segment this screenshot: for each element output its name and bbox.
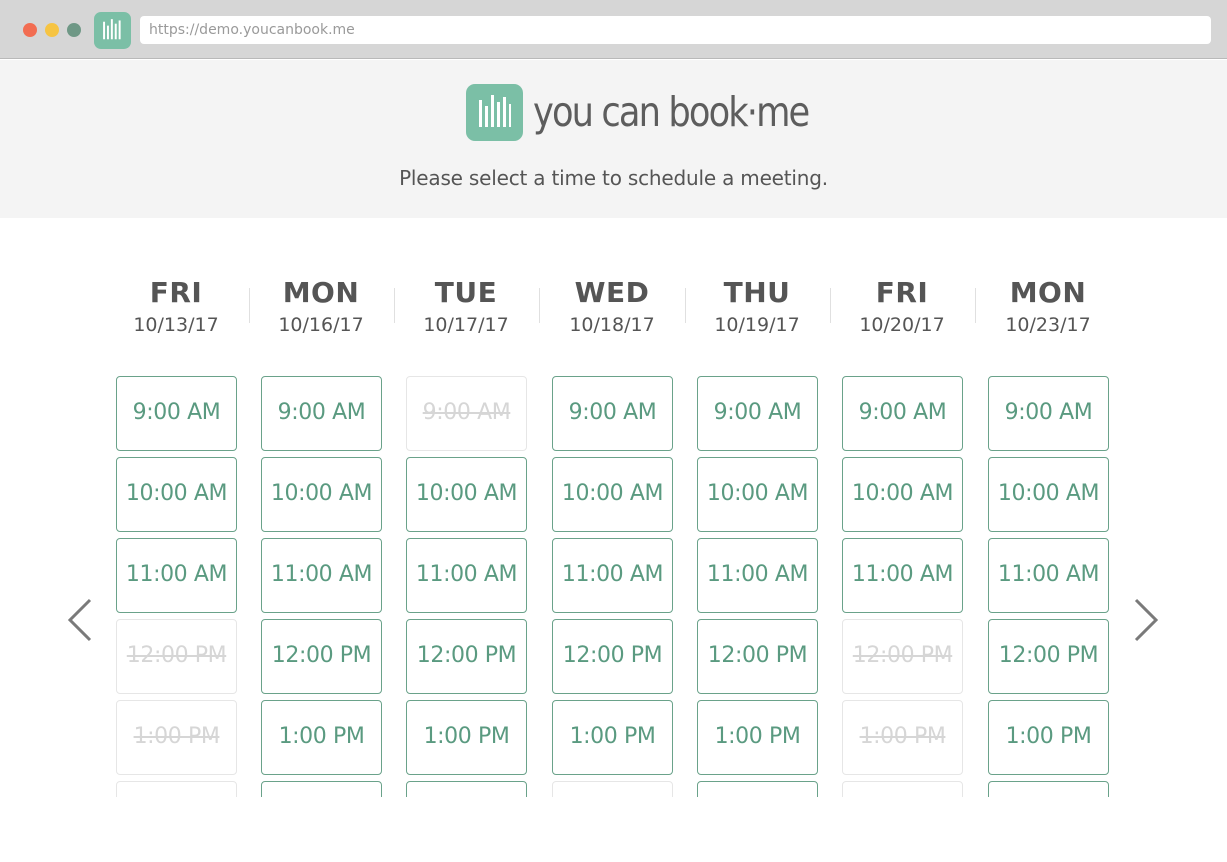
time-slot-button[interactable]: 11:00 AM <box>842 538 963 613</box>
time-slot-button[interactable]: 10:00 AM <box>988 457 1109 532</box>
day-date: 10/18/17 <box>569 314 655 336</box>
day-header: TUE 10/17/17 <box>401 276 531 340</box>
column-divider <box>975 288 976 323</box>
time-slot-button[interactable]: 12:00 PM <box>697 619 818 694</box>
chevron-right-icon[interactable] <box>1132 598 1160 642</box>
time-slot-button[interactable]: 9:00 AM <box>261 376 382 451</box>
time-slot-button[interactable]: 10:00 AM <box>116 457 237 532</box>
time-slot-unavailable <box>552 781 673 797</box>
time-slot-button[interactable]: 10:00 AM <box>697 457 818 532</box>
day-date: 10/17/17 <box>423 314 509 336</box>
time-slot-unavailable: 12:00 PM <box>116 619 237 694</box>
time-slot-unavailable <box>842 781 963 797</box>
time-slot-button[interactable]: 1:00 PM <box>552 700 673 775</box>
day-name: FRI <box>875 276 929 309</box>
address-bar[interactable]: https://demo.youcanbook.me <box>140 16 1211 44</box>
time-slot-button[interactable] <box>261 781 382 797</box>
day-name: TUE <box>434 276 498 309</box>
column-divider <box>685 288 686 323</box>
day-header: THU 10/19/17 <box>692 276 822 340</box>
time-slot-button[interactable]: 10:00 AM <box>406 457 527 532</box>
close-window-button[interactable] <box>23 23 37 37</box>
time-slot-button[interactable]: 1:00 PM <box>988 700 1109 775</box>
ycbm-logo-icon <box>466 84 523 141</box>
time-slot-button[interactable]: 12:00 PM <box>406 619 527 694</box>
column-divider <box>830 288 831 323</box>
day-name: FRI <box>149 276 203 309</box>
time-slot-unavailable: 12:00 PM <box>842 619 963 694</box>
minimize-window-button[interactable] <box>45 23 59 37</box>
time-slot-button[interactable]: 9:00 AM <box>988 376 1109 451</box>
day-name: WED <box>574 276 650 309</box>
brand-wordmark: you can book·me <box>533 88 810 136</box>
column-divider <box>394 288 395 323</box>
time-slot-button[interactable]: 9:00 AM <box>116 376 237 451</box>
time-slot-unavailable: 9:00 AM <box>406 376 527 451</box>
day-name: THU <box>723 276 791 309</box>
page-header: you can book·me Please select a time to … <box>0 60 1227 218</box>
day-date: 10/13/17 <box>133 314 219 336</box>
time-slot-button[interactable]: 1:00 PM <box>406 700 527 775</box>
time-slot-button[interactable]: 11:00 AM <box>261 538 382 613</box>
time-slot-button[interactable]: 12:00 PM <box>552 619 673 694</box>
time-slot-unavailable <box>116 781 237 797</box>
time-slot-button[interactable] <box>406 781 527 797</box>
browser-toolbar: https://demo.youcanbook.me <box>0 0 1227 59</box>
time-slot-unavailable: 1:00 PM <box>842 700 963 775</box>
time-slot-button[interactable]: 10:00 AM <box>261 457 382 532</box>
time-slot-button[interactable]: 11:00 AM <box>988 538 1109 613</box>
column-divider <box>249 288 250 323</box>
time-slot-button[interactable]: 11:00 AM <box>697 538 818 613</box>
ycbm-logo-icon <box>94 12 131 49</box>
day-header: FRI 10/20/17 <box>837 276 967 340</box>
column-divider <box>539 288 540 323</box>
time-slot-button[interactable]: 9:00 AM <box>552 376 673 451</box>
day-date: 10/19/17 <box>714 314 800 336</box>
time-slot-grid: 9:00 AM 10:00 AM 11:00 AM 12:00 PM 1:00 PM 9:… <box>0 370 1227 797</box>
day-name: MON <box>1009 276 1087 309</box>
day-date: 10/16/17 <box>278 314 364 336</box>
time-slot-button[interactable]: 10:00 AM <box>842 457 963 532</box>
maximize-window-button[interactable] <box>67 23 81 37</box>
day-header: MON 10/16/17 <box>256 276 386 340</box>
time-slot-button[interactable]: 11:00 AM <box>406 538 527 613</box>
time-slot-button[interactable] <box>697 781 818 797</box>
day-name: MON <box>282 276 360 309</box>
chevron-left-icon[interactable] <box>66 598 94 642</box>
day-date: 10/23/17 <box>1005 314 1091 336</box>
time-slot-button[interactable]: 12:00 PM <box>261 619 382 694</box>
day-header: MON 10/23/17 <box>983 276 1113 340</box>
time-slot-button[interactable]: 11:00 AM <box>552 538 673 613</box>
time-slot-button[interactable]: 11:00 AM <box>116 538 237 613</box>
day-header: FRI 10/13/17 <box>111 276 241 340</box>
day-date: 10/20/17 <box>859 314 945 336</box>
time-slot-button[interactable]: 12:00 PM <box>988 619 1109 694</box>
time-slot-button[interactable] <box>988 781 1109 797</box>
day-header: WED 10/18/17 <box>547 276 677 340</box>
page-subtitle: Please select a time to schedule a meeti… <box>399 166 828 190</box>
time-slot-unavailable: 1:00 PM <box>116 700 237 775</box>
time-slot-button[interactable]: 10:00 AM <box>552 457 673 532</box>
time-slot-button[interactable]: 9:00 AM <box>842 376 963 451</box>
time-slot-button[interactable]: 1:00 PM <box>697 700 818 775</box>
time-slot-button[interactable]: 9:00 AM <box>697 376 818 451</box>
time-slot-button[interactable]: 1:00 PM <box>261 700 382 775</box>
